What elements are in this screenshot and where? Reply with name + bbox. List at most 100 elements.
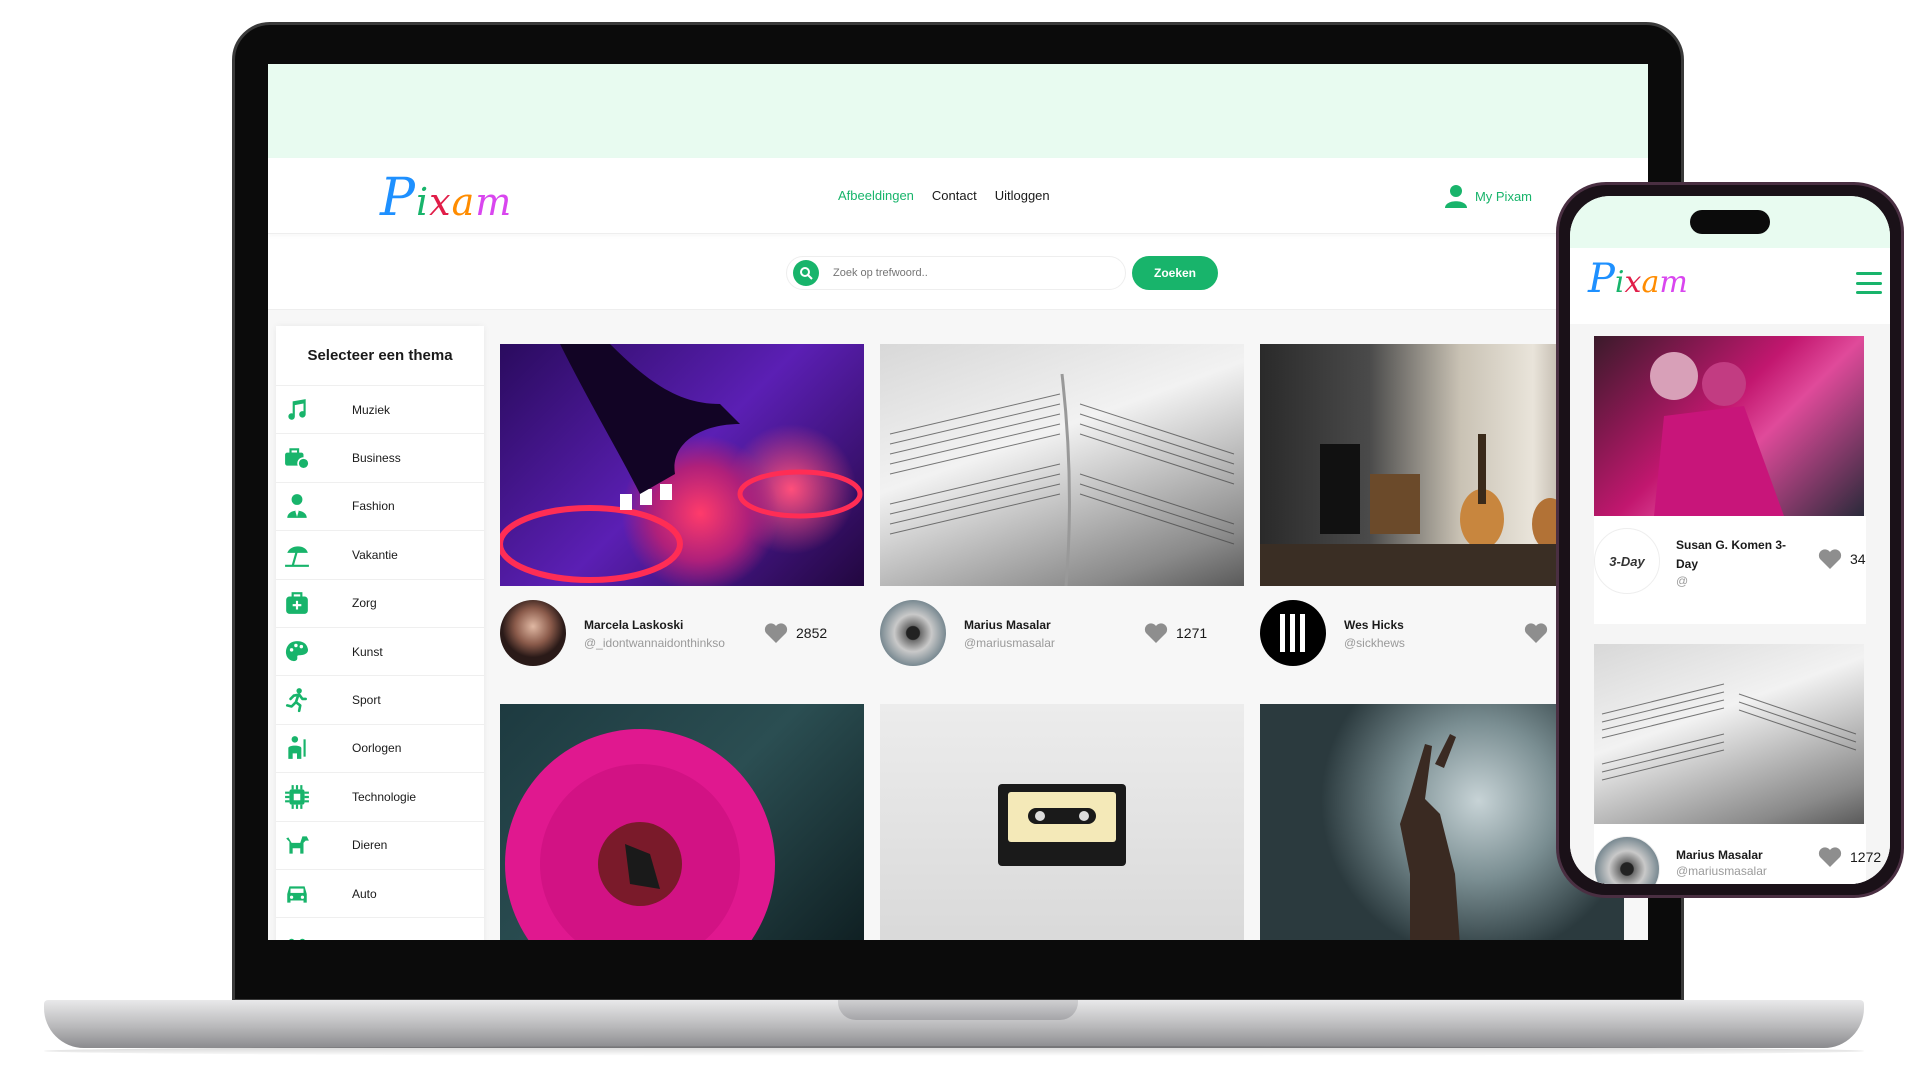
theme-item-technologie[interactable]: Technologie — [276, 773, 484, 822]
search-row: Zoeken — [268, 234, 1648, 310]
author-name[interactable]: Wes Hicks — [1344, 618, 1404, 632]
nav-links: Afbeeldingen Contact Uitloggen — [838, 188, 1050, 203]
my-pixam-label: My Pixam — [1474, 188, 1532, 204]
like-counter[interactable]: 2852 — [764, 622, 827, 644]
medical-kit-icon — [286, 592, 308, 615]
theme-label: Oorlogen — [352, 741, 402, 756]
theme-item-business[interactable]: Business — [276, 434, 484, 483]
image-card[interactable]: Marius Masalar @mariusmasalar 1271 — [880, 344, 1244, 704]
search-input[interactable] — [833, 267, 1093, 279]
group-icon — [289, 938, 305, 940]
dj-turntable-photo[interactable] — [500, 344, 864, 586]
avatar[interactable] — [880, 600, 946, 666]
theme-label: Technologie — [352, 789, 417, 804]
author-handle: @mariusmasalar — [964, 636, 1055, 650]
avatar-logo-text: 3-Day — [1609, 553, 1645, 569]
avatar[interactable]: 3-Day — [1594, 528, 1660, 594]
nav-link-afbeeldingen[interactable]: Afbeeldingen — [838, 188, 914, 203]
palette-icon — [285, 640, 309, 661]
author-name[interactable]: Marius Masalar — [1676, 846, 1796, 865]
chip-icon — [285, 784, 309, 809]
like-counter[interactable]: 34 — [1818, 548, 1866, 570]
image-card[interactable] — [500, 704, 864, 940]
search-button[interactable]: Zoeken — [1132, 256, 1218, 290]
laptop-screen: Pixam Afbeeldingen Contact Uitloggen My … — [268, 64, 1648, 940]
theme-item-fashion[interactable]: Fashion — [276, 483, 484, 532]
hugging-runners-photo[interactable] — [1594, 336, 1864, 516]
theme-label: Sport — [352, 693, 381, 708]
search-icon[interactable] — [793, 260, 819, 286]
avatar[interactable] — [500, 600, 566, 666]
main-content: Selecteer een thema Muziek Business Fash… — [268, 310, 1648, 940]
my-pixam-link[interactable]: My Pixam — [1444, 184, 1532, 208]
author-name[interactable]: Marius Masalar — [964, 618, 1051, 632]
phone-feed: 3-Day Susan G. Komen 3-Day @ 34 Marius M… — [1570, 324, 1890, 884]
theme-item-vakantie[interactable]: Vakantie — [276, 531, 484, 580]
heart-icon[interactable] — [1818, 846, 1842, 868]
theme-label: Muziek — [352, 402, 391, 417]
heart-icon[interactable] — [1524, 622, 1548, 644]
author-handle: @_idontwannaidonthinkso — [584, 636, 725, 650]
theme-item-auto[interactable]: Auto — [276, 870, 484, 919]
card-meta: Marius Masalar @mariusmasalar 1272 — [1594, 824, 1881, 884]
briefcase-clock-icon — [285, 448, 310, 470]
theme-label: Business — [352, 451, 401, 466]
theme-item-dieren[interactable]: Dieren — [276, 822, 484, 870]
heart-icon[interactable] — [764, 622, 788, 644]
running-icon — [285, 688, 307, 713]
car-icon — [287, 886, 307, 903]
heart-icon[interactable] — [1818, 548, 1842, 570]
theme-sidebar: Selecteer een thema Muziek Business Fash… — [276, 326, 484, 940]
theme-label: Kunst — [352, 644, 383, 659]
image-card[interactable]: 3-Day Susan G. Komen 3-Day @ 34 — [1594, 336, 1866, 624]
theme-item-zorg[interactable]: Zorg — [276, 580, 484, 628]
laptop-shadow — [44, 1046, 1864, 1056]
image-card[interactable] — [880, 704, 1244, 940]
author-name[interactable]: Susan G. Komen 3-Day — [1676, 536, 1796, 574]
laptop-notch — [838, 1000, 1078, 1020]
theme-item-sport[interactable]: Sport — [276, 676, 484, 725]
sheet-music-photo[interactable] — [1594, 644, 1864, 824]
phone-screen: Pixam 3-Day Susan G. Komen 3-Day @ 34 Ma… — [1570, 196, 1890, 884]
theme-label: Vakantie — [352, 547, 398, 562]
dog-icon — [286, 836, 309, 854]
image-card[interactable]: Marcela Laskoski @_idontwannaidonthinkso… — [500, 344, 864, 704]
card-meta: 3-Day Susan G. Komen 3-Day @ 34 — [1594, 516, 1866, 624]
sheet-music-photo[interactable] — [880, 344, 1244, 586]
soldier-icon — [288, 736, 306, 760]
author-name[interactable]: Marcela Laskoski — [584, 618, 683, 632]
author-handle: @mariusmasalar — [1676, 864, 1767, 878]
pixam-logo[interactable]: Pixam — [1588, 256, 1688, 302]
theme-label: Auto — [352, 886, 377, 901]
theme-item-more[interactable] — [276, 918, 484, 940]
heart-icon[interactable] — [1144, 622, 1168, 644]
author-handle: @sickhews — [1344, 636, 1405, 650]
like-count: 34 — [1850, 551, 1866, 567]
like-counter[interactable]: 1272 — [1818, 846, 1881, 868]
like-count: 1272 — [1850, 849, 1882, 865]
nav-link-uitloggen[interactable]: Uitloggen — [995, 188, 1050, 203]
sidebar-title: Selecteer een thema — [276, 326, 484, 386]
nav-link-contact[interactable]: Contact — [932, 188, 977, 203]
author-handle: @ — [1676, 574, 1689, 588]
avatar[interactable] — [1260, 600, 1326, 666]
like-counter[interactable]: 1271 — [1144, 622, 1207, 644]
phone-header: Pixam — [1570, 248, 1890, 324]
theme-label: Fashion — [352, 499, 395, 514]
user-icon — [1444, 185, 1467, 208]
theme-label: Dieren — [352, 838, 388, 853]
image-card[interactable]: Marius Masalar @mariusmasalar 1272 — [1594, 644, 1881, 884]
cassette-tape-photo[interactable] — [880, 704, 1244, 940]
like-count: 1271 — [1176, 625, 1208, 641]
card-meta: Marcela Laskoski @_idontwannaidonthinkso… — [500, 586, 864, 704]
hamburger-menu-icon[interactable] — [1856, 272, 1882, 294]
avatar[interactable] — [1594, 836, 1660, 884]
card-meta: Marius Masalar @mariusmasalar 1271 — [880, 586, 1244, 704]
pixam-logo[interactable]: Pixam — [380, 168, 512, 228]
person-tie-icon — [287, 494, 307, 519]
theme-item-kunst[interactable]: Kunst — [276, 628, 484, 677]
theme-item-oorlogen[interactable]: Oorlogen — [276, 725, 484, 774]
theme-item-muziek[interactable]: Muziek — [276, 386, 484, 435]
pink-vinyl-photo[interactable] — [500, 704, 864, 940]
theme-label: Zorg — [352, 596, 377, 611]
